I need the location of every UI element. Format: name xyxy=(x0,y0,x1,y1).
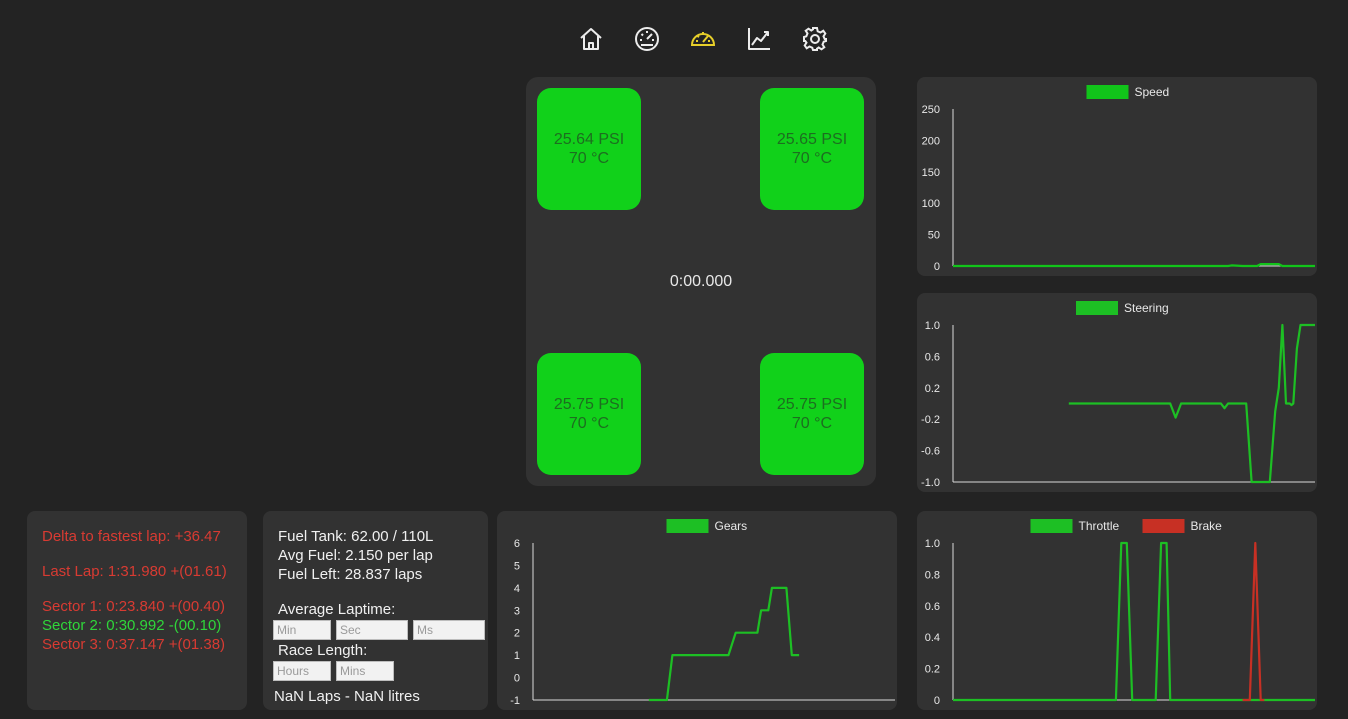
legend-swatch xyxy=(1086,85,1129,99)
legend-label: Brake xyxy=(1191,519,1223,533)
laptime-min-input[interactable] xyxy=(273,620,331,640)
top-navigation xyxy=(0,22,1348,56)
home-icon xyxy=(580,28,602,50)
legend-swatch xyxy=(1076,301,1118,315)
tire-rear-left: 25.75 PSI 70 °C xyxy=(537,353,641,475)
legend-swatch xyxy=(1142,519,1185,533)
gears-chart-panel: Gears -1 0 1 2 3 4 5 6 xyxy=(497,511,897,710)
tire-temperature: 70 °C xyxy=(791,415,833,432)
y-tick-label: 2 xyxy=(514,628,520,640)
race-mins-input[interactable] xyxy=(336,661,394,681)
tire-pressure: 25.64 PSI xyxy=(553,131,625,148)
legend-label: Speed xyxy=(1135,85,1170,99)
legend-label: Gears xyxy=(715,519,748,533)
series-line-brake xyxy=(1242,541,1265,702)
y-tick-label: 0.4 xyxy=(925,632,940,644)
speed-chart-panel: Speed 0 50 100 150 200 250 xyxy=(917,77,1317,276)
y-tick-label: 150 xyxy=(922,167,940,179)
legend-swatch xyxy=(1030,519,1073,533)
tire-front-left: 25.64 PSI 70 °C xyxy=(537,88,641,210)
tire-temperature: 70 °C xyxy=(568,415,610,432)
delta-fastest-lap: Delta to fastest lap: +36.47 xyxy=(42,528,221,545)
y-tick-label: 50 xyxy=(928,230,940,242)
chart-svg: Steering -1.0 -0.6 -0.2 0.2 0.6 1.0 xyxy=(921,301,1315,489)
tire-pressure: 25.75 PSI xyxy=(776,396,848,413)
y-tick-label: 0.6 xyxy=(925,351,940,363)
last-lap-time: Last Lap: 1:31.980 +(01.61) xyxy=(42,563,227,580)
nav-graphs-button[interactable] xyxy=(742,22,776,56)
legend-label: Throttle xyxy=(1079,519,1120,533)
lap-timer: 0:00.000 xyxy=(669,273,733,290)
y-tick-label: 6 xyxy=(514,538,520,550)
throttle-brake-chart-panel: Throttle Brake 0 0.2 0.4 0.6 0.8 1.0 xyxy=(917,511,1317,710)
tire-temperature: 70 °C xyxy=(791,150,833,167)
tires-panel: 25.64 PSI 70 °C 25.65 PSI 70 °C 0:00.000… xyxy=(526,77,876,486)
fuel-tank: Fuel Tank: 62.00 / 110L xyxy=(278,528,434,545)
nav-dashboard-button[interactable] xyxy=(630,22,664,56)
y-tick-label: 3 xyxy=(514,605,520,617)
tire-front-right: 25.65 PSI 70 °C xyxy=(760,88,864,210)
y-tick-label: -0.2 xyxy=(921,414,940,426)
y-tick-label: 5 xyxy=(514,560,520,572)
series-line-gears xyxy=(648,586,800,702)
y-tick-label: 0.6 xyxy=(925,601,940,613)
race-length-label: Race Length: xyxy=(278,642,368,659)
y-tick-label: 1 xyxy=(514,650,520,662)
dashboard-gauge-icon xyxy=(635,27,659,51)
y-tick-label: 1.0 xyxy=(925,320,940,332)
chart-svg: Speed 0 50 100 150 200 250 xyxy=(922,85,1315,273)
average-laptime-label: Average Laptime: xyxy=(278,601,396,618)
fuel-panel: Fuel Tank: 62.00 / 110L Avg Fuel: 2.150 … xyxy=(263,511,488,710)
y-tick-label: -0.6 xyxy=(921,446,940,458)
y-tick-label: 0.2 xyxy=(925,664,940,676)
y-tick-label: 0.2 xyxy=(925,383,940,395)
series-line-steering xyxy=(1068,323,1315,484)
sector-2-time: Sector 2: 0:30.992 -(00.10) xyxy=(42,617,222,634)
line-chart-icon xyxy=(748,28,770,50)
fuel-left: Fuel Left: 28.837 laps xyxy=(278,566,423,583)
avg-fuel: Avg Fuel: 2.150 per lap xyxy=(278,547,433,564)
y-tick-label: -1 xyxy=(510,695,520,707)
chart-svg: Throttle Brake 0 0.2 0.4 0.6 0.8 1.0 xyxy=(925,519,1315,707)
y-tick-label: -1.0 xyxy=(921,477,940,489)
y-tick-label: 250 xyxy=(922,104,940,116)
y-tick-label: 200 xyxy=(922,135,940,147)
tire-pressure: 25.65 PSI xyxy=(776,131,848,148)
y-tick-label: 1.0 xyxy=(925,538,940,550)
nav-home-button[interactable] xyxy=(574,22,608,56)
y-tick-label: 0 xyxy=(934,695,940,707)
lap-times-panel: Delta to fastest lap: +36.47 Last Lap: 1… xyxy=(27,511,247,710)
nav-settings-button[interactable] xyxy=(798,22,832,56)
fuel-calculation-result: NaN Laps - NaN litres xyxy=(274,688,420,705)
laptime-ms-input[interactable] xyxy=(413,620,485,640)
steering-chart-panel: Steering -1.0 -0.6 -0.2 0.2 0.6 1.0 xyxy=(917,293,1317,492)
y-tick-label: 0.8 xyxy=(925,569,940,581)
legend-swatch xyxy=(666,519,709,533)
tire-temperature: 70 °C xyxy=(568,150,610,167)
sector-1-time: Sector 1: 0:23.840 +(00.40) xyxy=(42,598,226,615)
tire-pressure: 25.75 PSI xyxy=(553,396,625,413)
laptime-sec-input[interactable] xyxy=(336,620,408,640)
y-tick-label: 0 xyxy=(514,673,520,685)
gear-icon xyxy=(803,27,827,51)
y-tick-label: 100 xyxy=(922,198,940,210)
nav-speedometer-button[interactable] xyxy=(686,22,720,56)
legend-label: Steering xyxy=(1124,301,1169,315)
sector-3-time: Sector 3: 0:37.147 +(01.38) xyxy=(42,636,226,653)
chart-svg: Gears -1 0 1 2 3 4 5 6 xyxy=(510,519,895,707)
y-tick-label: 0 xyxy=(934,261,940,273)
race-hours-input[interactable] xyxy=(273,661,331,681)
tire-rear-right: 25.75 PSI 70 °C xyxy=(760,353,864,475)
y-tick-label: 4 xyxy=(514,583,520,595)
speedometer-icon xyxy=(690,32,716,46)
